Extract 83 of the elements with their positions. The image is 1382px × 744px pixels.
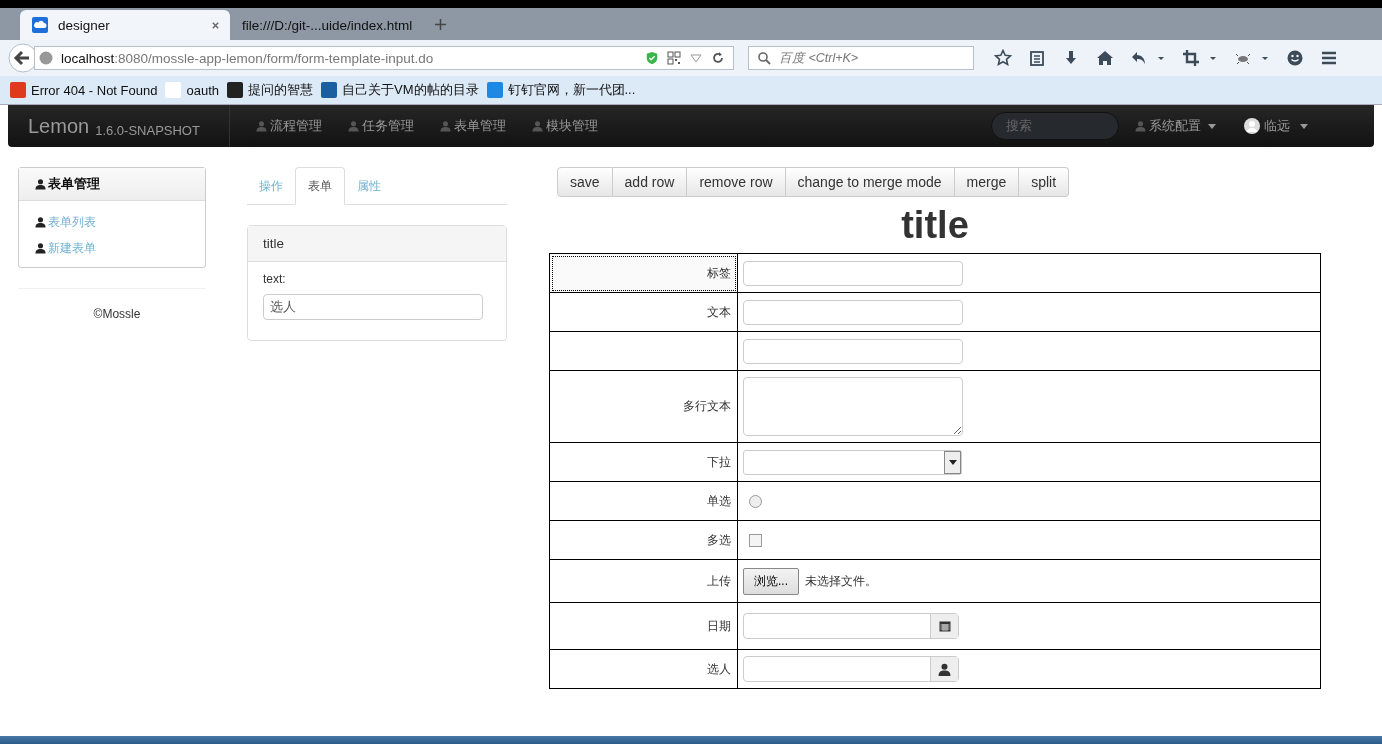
caret-icon bbox=[1208, 123, 1216, 129]
text-input[interactable]: 选人 bbox=[263, 294, 483, 320]
person-icon bbox=[256, 120, 267, 132]
qr-code-icon[interactable] bbox=[667, 51, 681, 65]
bookmark-link[interactable]: oauth bbox=[186, 82, 219, 98]
label-cell[interactable]: 多选 bbox=[549, 520, 738, 560]
bookmark-favicon-icon bbox=[227, 82, 243, 98]
toolbar-button[interactable]: change to merge mode bbox=[785, 167, 955, 197]
smiley-icon[interactable] bbox=[1286, 49, 1304, 67]
toolbar-button[interactable]: split bbox=[1019, 167, 1070, 197]
search-field[interactable]: 百度 <Ctrl+K> bbox=[748, 46, 974, 70]
label-cell[interactable]: 多行文本 bbox=[549, 370, 738, 443]
label-cell[interactable]: 文本 bbox=[549, 292, 738, 332]
person-icon bbox=[35, 178, 46, 190]
nav-item[interactable]: 任务管理 bbox=[348, 117, 414, 135]
person-icon bbox=[1135, 120, 1146, 132]
input-group[interactable] bbox=[743, 656, 959, 682]
textarea-field[interactable] bbox=[743, 377, 963, 436]
person-icon[interactable] bbox=[938, 662, 951, 676]
person-icon bbox=[440, 120, 451, 132]
label-cell[interactable]: 日期 bbox=[549, 602, 738, 650]
url-text: localhost:8080/mossle-app-lemon/form/form-template-input.do bbox=[61, 50, 435, 66]
text-input[interactable] bbox=[743, 299, 963, 325]
toolbar-button[interactable]: merge bbox=[954, 167, 1020, 197]
designer-tab[interactable]: 表单 bbox=[295, 167, 345, 205]
settings-menu[interactable]: 系统配置 bbox=[1135, 117, 1216, 135]
toolbar-button[interactable]: save bbox=[557, 167, 613, 197]
person-icon bbox=[35, 242, 46, 254]
cloud-icon bbox=[32, 17, 48, 33]
toolbar-button[interactable]: remove row bbox=[687, 167, 786, 197]
bookmark-favicon-icon bbox=[321, 82, 337, 98]
close-icon[interactable] bbox=[211, 20, 220, 30]
crop-icon[interactable] bbox=[1182, 49, 1200, 67]
file-status-text: 未选择文件。 bbox=[805, 572, 877, 590]
radio-button[interactable] bbox=[749, 494, 762, 508]
bookmark-favicon-icon bbox=[165, 82, 182, 98]
nav-item[interactable]: 流程管理 bbox=[256, 117, 322, 135]
nav-item[interactable]: 表单管理 bbox=[440, 117, 506, 135]
search-icon bbox=[757, 51, 771, 65]
label-cell[interactable]: 选人 bbox=[549, 649, 738, 689]
person-icon bbox=[348, 120, 359, 132]
reload-icon[interactable] bbox=[711, 51, 725, 65]
caret-icon bbox=[1300, 123, 1308, 129]
person-icon bbox=[532, 120, 543, 132]
browser-tab[interactable]: designer bbox=[20, 10, 230, 40]
label-cell[interactable]: 标签 bbox=[549, 253, 738, 293]
brand-name[interactable]: Lemon bbox=[28, 114, 90, 138]
home-icon[interactable] bbox=[1096, 49, 1114, 67]
star-icon[interactable] bbox=[994, 49, 1012, 67]
panel-title: title bbox=[248, 226, 506, 262]
label-cell[interactable]: 下拉 bbox=[549, 442, 738, 482]
input-group[interactable] bbox=[743, 613, 959, 639]
toolbar-button[interactable]: add row bbox=[612, 167, 688, 197]
bookmark-link[interactable]: 自己关于VM的帖的目录 bbox=[342, 81, 479, 99]
label-cell[interactable]: 上传 bbox=[549, 559, 738, 603]
caret-icon bbox=[948, 459, 957, 465]
checkbox[interactable] bbox=[749, 533, 762, 547]
browse-button[interactable]: 浏览... bbox=[743, 567, 799, 595]
nav-item[interactable]: 模块管理 bbox=[532, 117, 598, 135]
user-menu[interactable]: 临远 bbox=[1244, 117, 1308, 135]
new-tab-icon[interactable] bbox=[434, 18, 447, 31]
bookmark-link[interactable]: 钉钉官网，新一代团... bbox=[507, 81, 636, 99]
calendar-icon[interactable] bbox=[938, 620, 951, 632]
person-icon bbox=[35, 216, 46, 228]
shield-icon bbox=[645, 51, 659, 65]
menu-icon[interactable] bbox=[1320, 49, 1338, 67]
text-input[interactable] bbox=[743, 260, 963, 286]
label-cell[interactable]: 单选 bbox=[549, 481, 738, 521]
version-text: 1.6.0-SNAPSHOT bbox=[95, 122, 200, 138]
bookmark-link[interactable]: Error 404 - Not Found bbox=[31, 82, 158, 98]
sidebar-heading: 表单管理 bbox=[48, 175, 100, 193]
address-bar[interactable]: localhost:8080/mossle-app-lemon/form/form-template-input.do bbox=[34, 46, 734, 70]
avatar-icon bbox=[1244, 118, 1260, 134]
form-title: title bbox=[900, 203, 970, 247]
browser-tab[interactable]: file:///D:/git-...uide/index.html bbox=[230, 10, 420, 40]
copyright-text: ©Mossle bbox=[92, 307, 142, 321]
clipboard-icon[interactable] bbox=[1028, 49, 1046, 67]
label-cell[interactable] bbox=[549, 331, 738, 371]
bookmark-favicon-icon bbox=[486, 82, 503, 98]
bookmark-link[interactable]: 提问的智慧 bbox=[248, 81, 313, 99]
text-input[interactable] bbox=[743, 338, 963, 364]
field-label: text: bbox=[263, 272, 287, 286]
bookmark-favicon-icon bbox=[10, 82, 26, 98]
